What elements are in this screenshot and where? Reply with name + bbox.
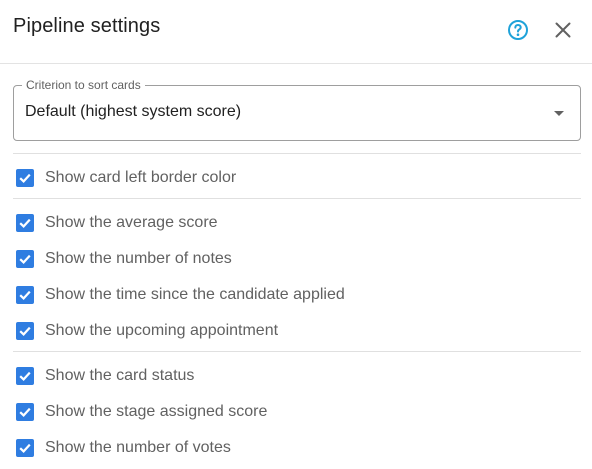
checkbox-checked-icon[interactable]: [16, 169, 34, 187]
dialog-title: Pipeline settings: [13, 15, 161, 37]
option-stage-assigned-score[interactable]: Show the stage assigned score: [16, 400, 267, 424]
dropdown-arrow-icon[interactable]: [554, 111, 564, 116]
help-icon[interactable]: [506, 18, 530, 42]
option-card-status[interactable]: Show the card status: [16, 364, 194, 388]
option-label: Show the average score: [45, 214, 218, 231]
close-icon[interactable]: [551, 18, 575, 42]
checkbox-checked-icon[interactable]: [16, 286, 34, 304]
option-number-of-notes[interactable]: Show the number of notes: [16, 247, 232, 271]
option-label: Show the stage assigned score: [45, 403, 268, 420]
checkbox-checked-icon[interactable]: [16, 214, 34, 232]
divider: [13, 153, 581, 154]
option-average-score[interactable]: Show the average score: [16, 211, 218, 235]
checkbox-checked-icon[interactable]: [16, 322, 34, 340]
option-label: Show the time since the candidate applie…: [45, 286, 345, 303]
divider: [13, 351, 581, 352]
option-time-since-applied[interactable]: Show the time since the candidate applie…: [16, 283, 345, 307]
option-label: Show the number of notes: [45, 250, 232, 267]
option-label: Show the card status: [45, 367, 195, 384]
checkbox-checked-icon[interactable]: [16, 439, 34, 457]
option-label: Show the number of votes: [45, 439, 231, 456]
option-label: Show the upcoming appointment: [45, 322, 279, 339]
option-number-of-votes[interactable]: Show the number of votes: [16, 436, 231, 460]
checkbox-checked-icon[interactable]: [16, 250, 34, 268]
sort-criterion-value: Default (highest system score): [25, 103, 242, 120]
option-upcoming-appointment[interactable]: Show the upcoming appointment: [16, 319, 278, 343]
sort-criterion-select[interactable]: Criterion to sort cards Default (highest…: [13, 78, 581, 141]
sort-criterion-label: Criterion to sort cards: [22, 78, 145, 92]
option-label: Show card left border color: [45, 169, 237, 186]
checkbox-checked-icon[interactable]: [16, 403, 34, 421]
divider: [13, 198, 581, 199]
option-card-left-border-color[interactable]: Show card left border color: [16, 166, 236, 190]
checkbox-checked-icon[interactable]: [16, 367, 34, 385]
dialog-header: Pipeline settings: [0, 0, 592, 64]
